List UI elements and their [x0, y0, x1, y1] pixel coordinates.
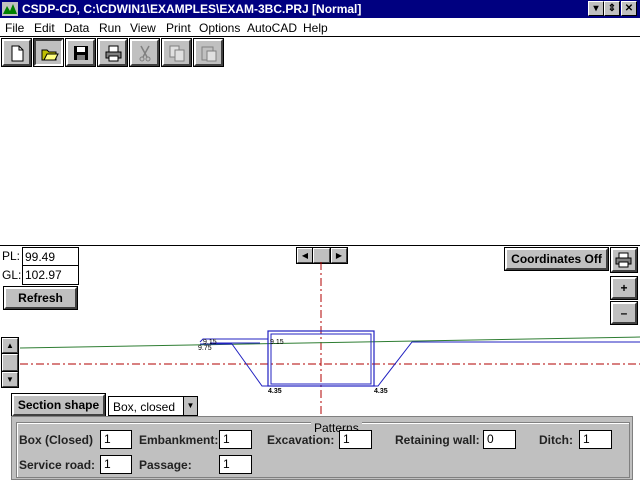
minimize-button[interactable]: ▾ [588, 1, 604, 16]
section-shape-select[interactable]: Box, closed ▼ [108, 396, 198, 416]
menu-print[interactable]: Print [166, 21, 191, 35]
elevation-label-box: 9.15 [270, 339, 284, 346]
new-file-icon [11, 45, 24, 62]
elevation-label-bottom-right: 4.35 [374, 388, 388, 395]
paste-button[interactable] [194, 39, 223, 66]
save-button[interactable] [66, 39, 95, 66]
save-disk-icon [74, 46, 88, 60]
menu-file[interactable]: File [5, 21, 24, 35]
open-folder-icon [41, 49, 59, 61]
printer-icon [105, 45, 122, 62]
box-closed-field[interactable]: 1 [100, 430, 132, 449]
menu-help[interactable]: Help [303, 21, 328, 35]
copy-button[interactable] [162, 39, 191, 66]
menu-run[interactable]: Run [99, 21, 121, 35]
app-icon[interactable] [2, 2, 18, 16]
window-title: CSDP-CD, C:\CDWIN1\EXAMPLES\EXAM-3BC.PRJ… [22, 2, 362, 16]
elevation-label-bottom-left: 4.35 [268, 388, 282, 395]
cut-button[interactable] [130, 39, 159, 66]
paste-icon [201, 46, 217, 62]
cut-scissors-icon [139, 45, 151, 62]
chevron-down-icon[interactable]: ▼ [183, 397, 197, 415]
menu-edit[interactable]: Edit [34, 21, 55, 35]
close-button[interactable]: ✕ [621, 1, 637, 16]
print-button[interactable] [98, 39, 127, 66]
passage-label: Passage: [139, 458, 192, 472]
embankment-field[interactable]: 1 [219, 430, 252, 449]
menu-view[interactable]: View [130, 21, 156, 35]
elevation-label-left-sub: 9.75 [198, 345, 212, 352]
excavation-field[interactable]: 1 [339, 430, 372, 449]
menu-options[interactable]: Options [199, 21, 240, 35]
section-shape-button[interactable]: Section shape [12, 394, 105, 416]
retaining-wall-label: Retaining wall: [395, 433, 480, 447]
toolbar [0, 38, 640, 68]
service-road-field[interactable]: 1 [100, 455, 132, 474]
open-button[interactable] [34, 39, 63, 66]
copy-icon [169, 45, 185, 62]
section-outline [199, 338, 640, 387]
menu-bar: File Edit Data Run View Print Options Au… [0, 18, 640, 37]
section-shape-value: Box, closed [113, 400, 176, 414]
menu-data[interactable]: Data [64, 21, 89, 35]
restore-button[interactable]: ⇕ [604, 1, 620, 16]
menu-autocad[interactable]: AutoCAD [247, 21, 297, 35]
title-bar: CSDP-CD, C:\CDWIN1\EXAMPLES\EXAM-3BC.PRJ… [0, 0, 640, 18]
patterns-panel: Patterns Box (Closed) 1 Embankment: 1 Ex… [11, 416, 633, 480]
embankment-label: Embankment: [139, 433, 219, 447]
section-panel: PL: 99.49 GL: 102.97 Refresh ◀ ▶ Coordin… [0, 245, 640, 480]
excavation-label: Excavation: [267, 433, 335, 447]
box-closed-label: Box (Closed) [19, 433, 94, 447]
retaining-wall-field[interactable]: 0 [483, 430, 516, 449]
ditch-field[interactable]: 1 [579, 430, 612, 449]
new-button[interactable] [2, 39, 31, 66]
passage-field[interactable]: 1 [219, 455, 252, 474]
service-road-label: Service road: [19, 458, 96, 472]
cross-section-drawing: 9.15 9.75 9.15 4.35 4.35 [19, 262, 640, 416]
ditch-label: Ditch: [539, 433, 573, 447]
